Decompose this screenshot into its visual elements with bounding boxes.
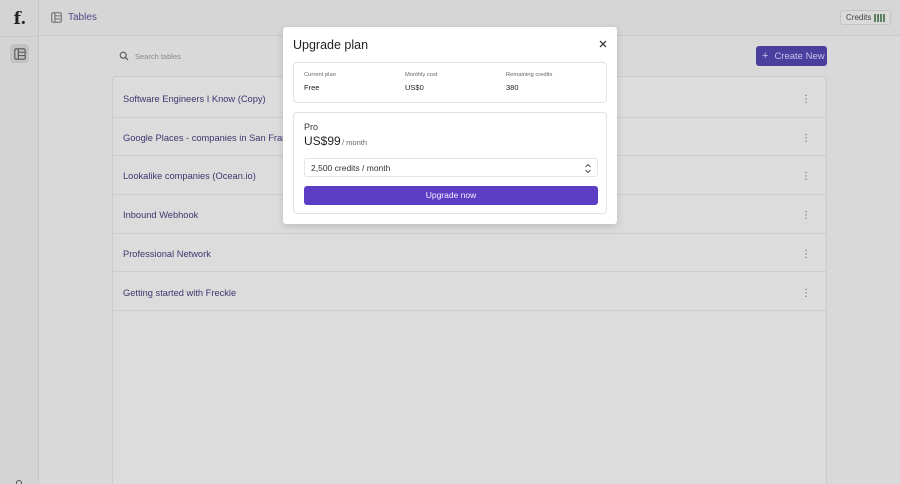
current-plan-label: Current plan [304,72,336,78]
pro-plan-period: / month [342,138,368,147]
table-row-name[interactable]: Professional Network [123,249,211,259]
table-row[interactable]: Professional Network ⋮ [113,234,826,273]
pro-plan-card: Pro US$99 / month 2,500 credits / month … [293,112,607,214]
more-options-icon[interactable]: ⋮ [801,94,811,106]
table-icon [50,11,63,24]
search-input[interactable]: Search tables [135,52,181,61]
table-row-name[interactable]: Lookalike companies (Ocean.io) [123,171,256,181]
dialog-title: Upgrade plan [293,38,369,52]
key-icon [15,479,23,484]
credits-label: Credits [846,13,872,22]
pro-plan-price: US$99 [304,134,341,148]
search-bar[interactable]: Search tables [113,46,273,66]
table-row[interactable]: Getting started with Freckle ⋮ [113,273,826,312]
sidebar-item-tables[interactable] [10,44,29,63]
current-plan: Current plan Free [304,72,336,92]
monthly-cost-label: Monthly cost [405,72,438,78]
table-row-name[interactable]: Google Places - companies in San Francis… [123,133,309,143]
pro-plan-name: Pro [304,122,319,132]
logo[interactable]: f. [9,8,31,30]
remaining-credits-value: 380 [506,83,519,92]
current-plan-summary: Current plan Free Monthly cost US$0 Rema… [293,62,607,103]
credits-indicator[interactable]: Credits [840,10,892,25]
plus-icon: + [762,50,769,62]
create-new-label: Create New [774,50,825,62]
chevron-up-down-icon [585,163,591,174]
more-options-icon[interactable]: ⋮ [801,288,811,300]
remaining-credits-label: Remaining credits [506,72,553,78]
upgrade-now-button[interactable]: Upgrade now [304,186,598,205]
more-options-icon[interactable]: ⋮ [801,171,811,183]
search-icon [119,51,129,61]
remaining-credits: Remaining credits 380 [506,72,552,92]
credits-bar-icon [874,13,886,22]
table-row-name[interactable]: Inbound Webhook [123,210,198,220]
close-icon[interactable] [598,39,608,49]
sidebar-divider [0,36,39,37]
monthly-cost: Monthly cost US$0 [405,72,438,92]
credits-select[interactable]: 2,500 credits / month [304,158,598,177]
current-plan-value: Free [304,83,320,92]
create-new-button[interactable]: + Create New [756,46,827,66]
page-title: Tables [68,12,97,23]
sidebar: f. [0,0,39,484]
sidebar-item-help[interactable] [13,476,25,484]
monthly-cost-value: US$0 [405,83,424,92]
upgrade-plan-dialog: Upgrade plan Current plan Free Monthly c… [283,27,617,224]
more-options-icon[interactable]: ⋮ [801,249,811,261]
table-row-name[interactable]: Getting started with Freckle [123,288,236,298]
credits-select-value: 2,500 credits / month [311,163,391,173]
table-row-name[interactable]: Software Engineers I Know (Copy) [123,94,266,104]
more-options-icon[interactable]: ⋮ [801,133,811,145]
more-options-icon[interactable]: ⋮ [801,210,811,222]
table-icon [13,47,26,60]
